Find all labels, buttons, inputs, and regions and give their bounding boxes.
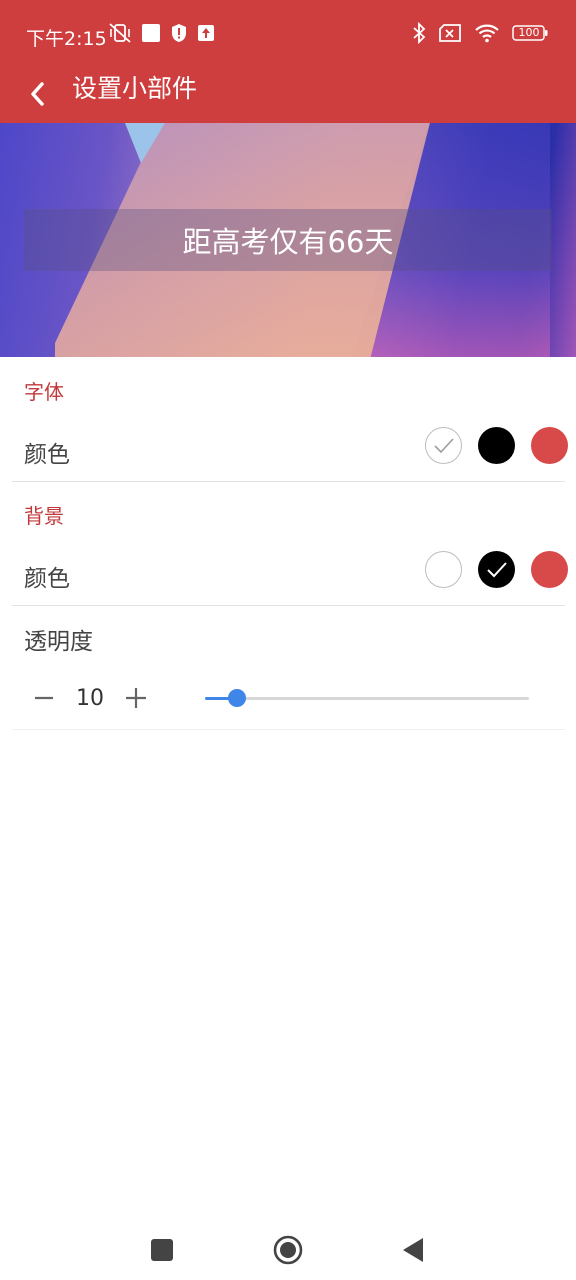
decrease-opacity-button[interactable] [30, 684, 58, 712]
status-bar: 下午2:15 100 [0, 0, 576, 70]
font-color-black-swatch[interactable] [478, 427, 515, 464]
page-title: 设置小部件 [72, 74, 198, 103]
font-color-label: 颜色 [24, 442, 70, 468]
app-bar: 设置小部件 [0, 70, 576, 123]
background-color-white-swatch[interactable] [425, 551, 462, 588]
system-nav-bar [0, 1210, 576, 1280]
minus-icon [34, 688, 54, 708]
notification-square-icon [141, 23, 161, 43]
slider-track [205, 697, 529, 700]
increase-opacity-button[interactable] [122, 684, 150, 712]
sim-off-icon [438, 23, 462, 43]
plus-icon [125, 687, 147, 709]
back-triangle-icon [402, 1237, 424, 1263]
status-right-icons: 100 [412, 22, 548, 44]
back-nav-button[interactable] [393, 1230, 433, 1270]
countdown-widget: 距高考仅有66天 [24, 209, 552, 271]
opacity-stepper: 10 [30, 680, 150, 716]
background-section-title: 背景 [24, 504, 64, 528]
battery-level: 100 [518, 26, 540, 39]
checkmark-icon [486, 561, 508, 579]
home-button[interactable] [268, 1230, 308, 1270]
checkmark-icon [433, 437, 455, 455]
divider [12, 481, 565, 482]
font-color-white-swatch[interactable] [425, 427, 462, 464]
widget-preview: 距高考仅有66天 [0, 123, 576, 357]
background-color-swatches [425, 551, 568, 588]
back-chevron-icon [28, 81, 48, 107]
back-button[interactable] [18, 74, 58, 114]
wifi-icon [474, 23, 500, 43]
status-left-icons [108, 22, 215, 44]
background-color-black-swatch[interactable] [478, 551, 515, 588]
background-color-red-swatch[interactable] [531, 551, 568, 588]
countdown-text: 距高考仅有66天 [182, 225, 394, 259]
status-time: 下午2:15 [26, 28, 107, 50]
recents-button[interactable] [142, 1230, 182, 1270]
slider-thumb[interactable] [228, 689, 247, 707]
font-section-title: 字体 [24, 380, 64, 404]
opacity-value: 10 [76, 685, 104, 711]
divider [12, 605, 565, 606]
home-circle-icon [273, 1235, 303, 1265]
bluetooth-icon [412, 22, 426, 44]
upload-icon [197, 24, 215, 42]
font-color-swatches [425, 427, 568, 464]
opacity-label: 透明度 [24, 629, 93, 655]
battery-icon: 100 [512, 24, 548, 42]
shield-alert-icon [170, 23, 188, 43]
background-color-label: 颜色 [24, 566, 70, 592]
recents-square-icon [151, 1239, 173, 1261]
opacity-slider[interactable] [205, 688, 529, 708]
font-color-red-swatch[interactable] [531, 427, 568, 464]
divider [12, 729, 565, 730]
vibrate-off-icon [108, 22, 132, 44]
